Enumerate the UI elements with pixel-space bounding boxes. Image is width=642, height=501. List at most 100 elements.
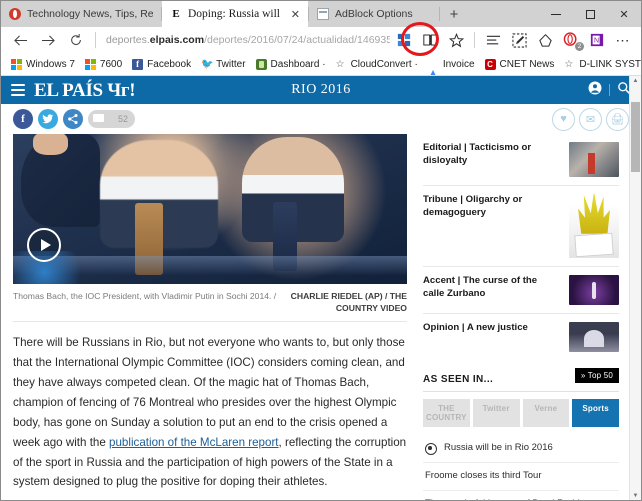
url-domain: elpais.com [149, 34, 205, 46]
translate-icon[interactable] [392, 29, 416, 51]
comments-button[interactable]: 52 [88, 110, 135, 128]
tab-twitter[interactable]: Twitter [472, 399, 520, 427]
header-divider [609, 84, 610, 96]
hamburger-menu-icon[interactable] [11, 84, 25, 96]
bookmark-windows7[interactable]: Windows 7 [6, 58, 80, 70]
list-item[interactable]: The wonderful journey of Berni Rodriguez [423, 491, 619, 500]
heart-icon[interactable]: ♥ [552, 107, 575, 131]
tab-the-country[interactable]: THE COUNTRY [423, 399, 470, 427]
list-item-label: Froome closes its third Tour [425, 470, 542, 481]
browser-window: Technology News, Tips, Rev E Doping: Rus… [0, 0, 642, 501]
bookmark-label: Twitter [216, 58, 246, 70]
cnet-icon: C [484, 58, 496, 70]
reading-view-icon[interactable] [418, 29, 442, 51]
scrollbar-thumb[interactable] [631, 102, 640, 172]
onenote-icon[interactable]: N [585, 29, 609, 51]
bookmark-7600[interactable]: 7600 [80, 58, 127, 70]
article-body: There will be Russians in Rio, but not e… [13, 322, 407, 493]
adblock-icon [317, 8, 329, 20]
bookmark-label: CNET News [499, 58, 555, 70]
facebook-share-icon[interactable]: f [13, 109, 33, 129]
list-item-label: Russia will be in Rio 2016 [444, 442, 553, 453]
tab-sports[interactable]: Sports [572, 399, 619, 427]
tab-adblock-options[interactable]: AdBlock Options [309, 1, 439, 27]
list-item[interactable]: Froome closes its third Tour [423, 463, 619, 491]
sidebar-item-title: Accent | The curse of the calle Zurbano [423, 275, 561, 301]
tab-doping-russia[interactable]: E Doping: Russia will be i ✕ [162, 1, 308, 27]
web-note-icon[interactable] [507, 29, 531, 51]
more-options-icon[interactable]: ⋯ [611, 29, 635, 51]
tab-verne[interactable]: Verne [522, 399, 570, 427]
url-path: /deportes/2016/07/24/actualidad/14693549… [204, 34, 390, 46]
scroll-up-arrow-icon[interactable]: ▲ [630, 76, 641, 87]
site-logo[interactable]: EL PAÍS Чг! [34, 79, 136, 101]
favorite-star-icon[interactable] [444, 29, 468, 51]
new-tab-button[interactable]: + [440, 1, 468, 27]
scroll-down-arrow-icon[interactable]: ▼ [630, 491, 641, 500]
sidebar-opinion-item[interactable]: Accent | The curse of the calle Zurbano [423, 267, 619, 314]
microsoft-icon [84, 58, 96, 70]
back-button[interactable] [7, 29, 33, 51]
share-icon[interactable] [533, 29, 557, 51]
maximize-button[interactable] [573, 1, 607, 27]
sidebar-item-section: Opinion | [423, 322, 467, 333]
reading-list-icon[interactable] [481, 29, 505, 51]
bookmark-facebook[interactable]: f Facebook [127, 58, 196, 70]
top50-badge[interactable]: » Top 50 [574, 368, 619, 383]
mail-icon[interactable]: ✉ [579, 107, 602, 131]
account-icon[interactable] [588, 81, 602, 100]
nav-divider [95, 32, 96, 48]
star-icon: ☆ [564, 58, 574, 70]
bookmark-cnet-news[interactable]: C CNET News [480, 58, 560, 70]
bookmark-invoice[interactable]: Invoice [423, 58, 480, 75]
close-icon[interactable]: ✕ [291, 8, 300, 21]
mclaren-report-link[interactable]: publication of the McLaren report [109, 436, 279, 449]
bookmark-dashboard[interactable]: Dashboard · [251, 58, 331, 70]
twitter-share-icon[interactable] [38, 109, 58, 129]
sidebar-opinion-item[interactable]: Opinion | A new justice [423, 314, 619, 360]
bookmark-label: 7600 [99, 58, 123, 70]
print-icon[interactable]: 🖨 [606, 107, 629, 131]
facebook-icon: f [132, 58, 144, 70]
bookmarks-bar: Windows 7 7600 f Facebook 🐦 Twitter Dashbo… [1, 53, 641, 76]
bookmark-twitter[interactable]: 🐦 Twitter [196, 59, 250, 70]
article-tools: ♥ ✉ 🖨 [552, 107, 629, 131]
sidebar-item-title: Opinion | A new justice [423, 322, 561, 335]
caption-text: Thomas Bach, the IOC President, with Vla… [13, 291, 277, 301]
bookmark-cloudconvert[interactable]: ☆ CloudConvert · [331, 59, 423, 70]
bookmark-label: Invoice [442, 58, 475, 70]
sidebar-opinion-item[interactable]: Tribune | Oligarchy or demagoguery [423, 186, 619, 267]
minimize-button[interactable] [539, 1, 573, 27]
forward-button[interactable] [35, 29, 61, 51]
sidebar-item-section: Editorial | [423, 142, 470, 153]
bookmark-dlink[interactable]: ☆ D-LINK SYSTEMS, [559, 59, 641, 70]
toolbar-divider [474, 32, 475, 48]
sidebar-opinion-item[interactable]: Editorial | Tacticismo or disloyalty [423, 134, 619, 186]
sidebar-item-section: Tribune | [423, 194, 466, 205]
close-button[interactable]: ✕ [607, 1, 641, 27]
tab-label: AdBlock Options [335, 8, 413, 20]
page-scrollbar[interactable]: ▲ ▼ [629, 76, 641, 500]
tab-label: Technology News, Tips, Rev [27, 8, 153, 20]
bookmark-label: Windows 7 [26, 58, 75, 70]
play-button-icon[interactable] [27, 228, 61, 262]
editorial-thumb [569, 142, 619, 177]
sidebar-item-title: Tribune | Oligarchy or demagoguery [423, 194, 561, 220]
opera-badge-count: 2 [575, 42, 584, 51]
article-video-hero[interactable] [13, 134, 407, 284]
twitter-icon: 🐦 [201, 58, 214, 70]
social-share-bar: f 52 ♥ ✉ 🖨 [1, 104, 641, 134]
site-logo-mark: Чг! [107, 79, 136, 101]
as-seen-in-module: » Top 50 AS SEEN IN... THE COUNTRY Twitt… [423, 366, 619, 500]
page-viewport: EL PAÍS Чг! RIO 2016 f 52 ♥ ✉ 🖨 Thomas B… [1, 76, 641, 500]
site-header: EL PAÍS Чг! RIO 2016 [1, 76, 641, 104]
share-icon[interactable] [63, 109, 83, 129]
bookmark-label: Facebook [147, 58, 192, 70]
tab-technology-news[interactable]: Technology News, Tips, Rev [1, 1, 161, 27]
accent-thumb [569, 275, 619, 305]
refresh-button[interactable] [63, 29, 89, 51]
opera-extension-icon[interactable]: 2 [559, 29, 584, 51]
list-item[interactable]: Russia will be in Rio 2016 [423, 435, 619, 463]
address-bar[interactable]: deportes. elpais.com/deportes/2016/07/24/… [102, 29, 390, 51]
comments-count: 52 [117, 114, 128, 124]
